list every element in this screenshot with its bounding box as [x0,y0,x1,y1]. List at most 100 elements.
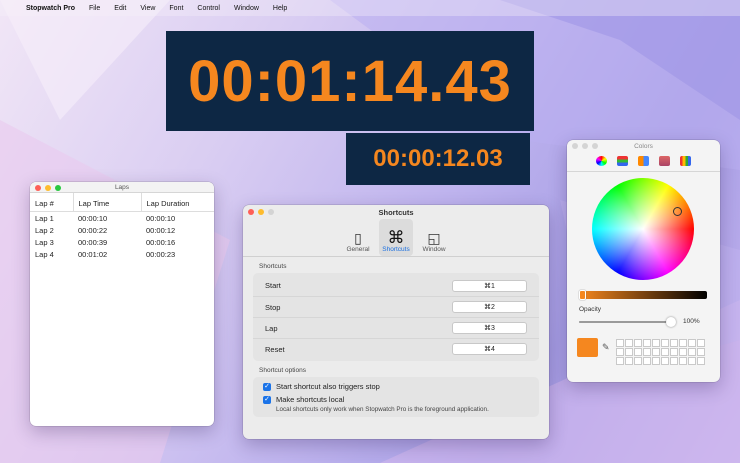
empty-swatch[interactable] [652,357,660,365]
empty-swatch[interactable] [688,357,696,365]
empty-swatch[interactable] [661,348,669,356]
tab-shortcuts[interactable]: ⌘ Shortcuts [379,219,413,256]
shortcut-recorder-lap[interactable]: ⌘3 [452,322,527,334]
close-button[interactable] [35,185,41,191]
zoom-button[interactable] [592,143,598,149]
empty-swatch[interactable] [652,348,660,356]
laps-table: Lap # Lap Time Lap Duration Lap 1 00:00:… [30,193,214,260]
close-button[interactable] [248,209,254,215]
table-row[interactable]: Lap 2 00:00:22 00:00:12 [30,224,214,236]
minimize-button[interactable] [258,209,264,215]
empty-swatch[interactable] [670,348,678,356]
empty-swatch[interactable] [688,339,696,347]
opacity-slider-fill [579,321,671,323]
shortcuts-titlebar[interactable]: Shortcuts [243,205,549,219]
empty-swatch[interactable] [643,339,651,347]
menu-file[interactable]: File [82,5,107,12]
empty-swatch[interactable] [679,357,687,365]
menu-window[interactable]: Window [227,5,266,12]
empty-swatch[interactable] [616,348,624,356]
column-header-lap-duration[interactable]: Lap Duration [140,193,214,212]
lap-duration-cell: 00:00:16 [146,238,176,247]
image-palettes-icon[interactable] [659,156,670,166]
option-label: Make shortcuts local [276,395,345,404]
section-title-options: Shortcut options [259,367,306,374]
empty-swatch[interactable] [679,339,687,347]
option-start-triggers-stop[interactable]: ✓ Start shortcut also triggers stop [253,379,539,392]
empty-swatch[interactable] [697,357,705,365]
minimize-button[interactable] [582,143,588,149]
option-make-shortcuts-local[interactable]: ✓ Make shortcuts local [253,392,539,405]
menu-help[interactable]: Help [266,5,294,12]
checkbox-checked-icon[interactable]: ✓ [263,395,271,404]
empty-swatch[interactable] [679,348,687,356]
window-icon: ◱ [427,230,441,246]
table-row[interactable]: Lap 3 00:00:39 00:00:16 [30,236,214,248]
brightness-slider-thumb[interactable] [579,290,586,300]
tab-label: Window [422,246,446,253]
empty-swatch[interactable] [697,339,705,347]
pencils-icon[interactable] [680,156,691,166]
menu-edit[interactable]: Edit [107,5,133,12]
tab-general[interactable]: ▯ General [341,219,375,256]
lap-time-cell: 00:00:22 [78,226,108,235]
tab-label: General [346,246,370,253]
color-wheel-selector[interactable] [673,207,682,216]
menu-font[interactable]: Font [162,5,190,12]
empty-swatch[interactable] [670,357,678,365]
brightness-slider[interactable] [579,290,707,300]
column-header-lap-number[interactable]: Lap # [30,193,73,212]
empty-swatch[interactable] [643,348,651,356]
lap-duration-cell: 00:00:10 [146,214,176,223]
color-sliders-icon[interactable] [617,156,628,166]
current-color-swatch[interactable] [577,338,598,357]
empty-swatch[interactable] [688,348,696,356]
opacity-slider-thumb[interactable] [666,317,676,327]
lap-number-cell: Lap 4 [35,250,54,259]
empty-swatch[interactable] [625,339,633,347]
table-row[interactable]: Lap 4 00:01:02 00:00:23 [30,248,214,260]
opacity-label: Opacity [579,306,602,313]
colors-window: Colors Opacity 100% ✎ [567,140,720,382]
color-palettes-icon[interactable] [638,156,649,166]
laps-titlebar[interactable]: Laps [30,182,214,193]
table-row[interactable]: Lap 1 00:00:10 00:00:10 [30,212,214,225]
zoom-button[interactable] [55,185,61,191]
colors-titlebar[interactable]: Colors [567,140,720,152]
empty-swatch[interactable] [661,339,669,347]
empty-swatch[interactable] [616,339,624,347]
window-title: Shortcuts [378,207,414,217]
shortcut-recorder-stop[interactable]: ⌘2 [452,301,527,313]
color-wheel-icon[interactable] [596,156,607,166]
tab-window[interactable]: ◱ Window [417,219,451,256]
zoom-button[interactable] [268,209,274,215]
empty-swatch[interactable] [625,357,633,365]
minimize-button[interactable] [45,185,51,191]
menu-app-name[interactable]: Stopwatch Pro [26,5,82,12]
lap-time-cell: 00:00:39 [78,238,108,247]
menu-control[interactable]: Control [190,5,227,12]
shortcut-recorder-start[interactable]: ⌘1 [452,279,527,292]
window-title: Laps [114,183,130,191]
menu-view[interactable]: View [133,5,162,12]
lap-time-cell: 00:01:02 [78,250,108,259]
empty-swatch[interactable] [625,348,633,356]
eyedropper-icon[interactable]: ✎ [602,342,610,353]
close-button[interactable] [572,143,578,149]
opacity-slider[interactable] [579,317,676,327]
option-label: Start shortcut also triggers stop [276,382,380,391]
empty-swatch[interactable] [643,357,651,365]
shortcut-recorder-reset[interactable]: ⌘4 [452,343,527,355]
column-header-lap-time[interactable]: Lap Time [72,193,141,212]
empty-swatch[interactable] [670,339,678,347]
color-wheel[interactable] [592,178,694,280]
empty-swatch[interactable] [697,348,705,356]
empty-swatch[interactable] [661,357,669,365]
checkbox-checked-icon[interactable]: ✓ [263,382,271,391]
empty-swatch[interactable] [634,339,642,347]
empty-swatch[interactable] [652,339,660,347]
shortcut-row-lap: Lap ⌘3 [253,317,539,338]
empty-swatch[interactable] [634,357,642,365]
empty-swatch[interactable] [634,348,642,356]
empty-swatch[interactable] [616,357,624,365]
